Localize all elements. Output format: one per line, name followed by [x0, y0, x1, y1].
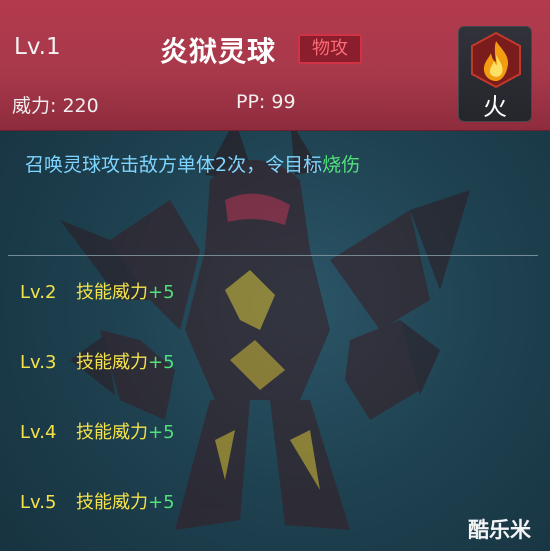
upgrade-level: Lv.4	[20, 422, 57, 443]
upgrade-text: 技能威力	[76, 492, 148, 513]
burn-effect-text: 烧伤	[322, 154, 361, 176]
element-label: 火	[483, 93, 507, 121]
skill-header: Lv.1 炎狱灵球 物攻 威力: 220 PP: 99 火	[0, 0, 550, 131]
upgrade-level: Lv.3	[20, 352, 57, 373]
upgrade-bonus: +5	[148, 352, 175, 373]
element-badge: 火	[458, 26, 532, 122]
upgrade-bonus: +5	[148, 282, 175, 303]
skill-name: 炎狱灵球	[160, 35, 277, 68]
upgrade-text: 技能威力	[76, 352, 148, 373]
description-text: 召唤灵球攻击敌方单体2次，令目标	[25, 154, 323, 176]
fire-icon	[471, 31, 521, 89]
upgrade-level: Lv.5	[20, 492, 57, 513]
skill-level: Lv.1	[14, 34, 61, 60]
upgrade-text: 技能威力	[76, 422, 148, 443]
watermark: 酷乐米	[468, 518, 531, 542]
list-item: Lv.3 技能威力+5	[20, 348, 175, 374]
skill-description: 召唤灵球攻击敌方单体2次，令目标烧伤	[25, 150, 360, 177]
skill-power: 威力: 220	[12, 95, 99, 117]
attack-type-badge: 物攻	[298, 34, 362, 64]
list-item: Lv.2 技能威力+5	[20, 278, 175, 304]
upgrade-level: Lv.2	[20, 282, 57, 303]
upgrade-text: 技能威力	[76, 282, 148, 303]
skill-pp: PP: 99	[236, 91, 296, 113]
upgrade-bonus: +5	[148, 422, 175, 443]
list-item: Lv.5 技能威力+5	[20, 488, 175, 514]
list-item: Lv.4 技能威力+5	[20, 418, 175, 444]
divider	[8, 255, 538, 256]
upgrade-bonus: +5	[148, 492, 175, 513]
